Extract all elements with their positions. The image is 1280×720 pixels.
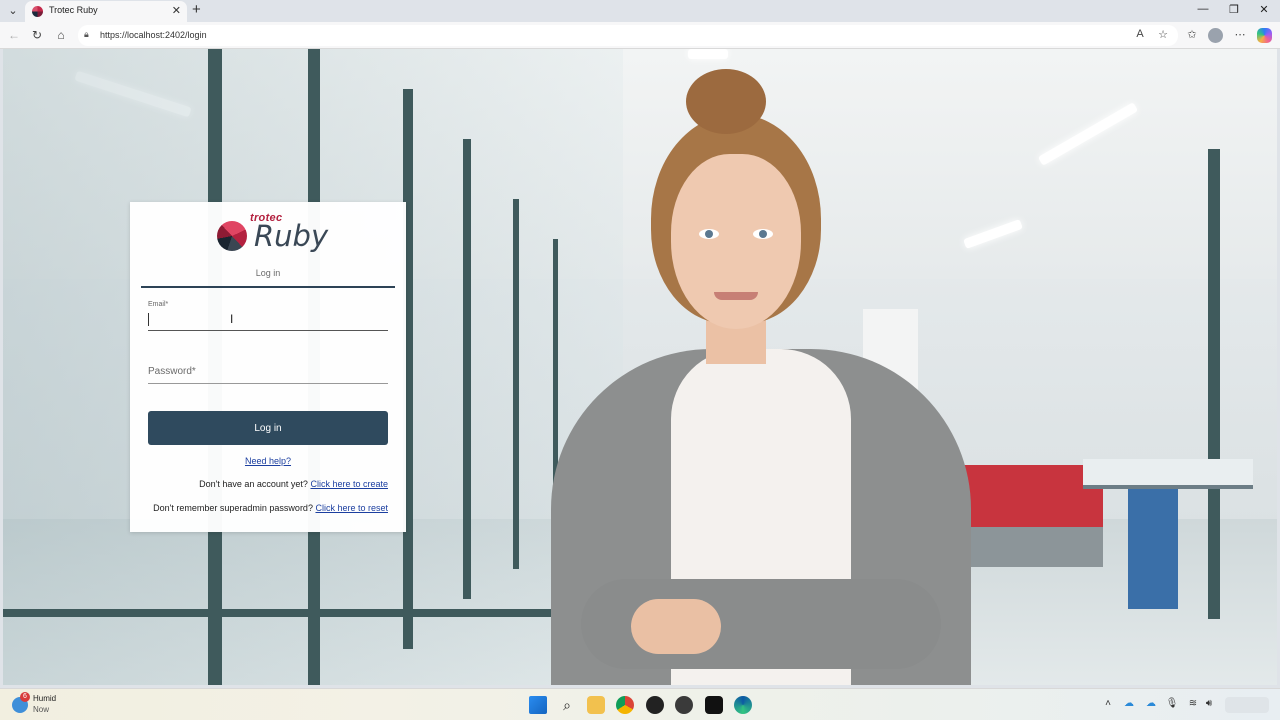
- need-help-link[interactable]: Need help?: [141, 456, 395, 466]
- person-mouth: [714, 292, 758, 300]
- back-icon[interactable]: ←: [6, 28, 22, 42]
- tab-menu-icon[interactable]: ⌄: [5, 3, 21, 19]
- browser-tab[interactable]: Trotec Ruby ✕: [25, 1, 187, 22]
- refresh-icon[interactable]: ↻: [29, 28, 45, 42]
- taskbar: 6 Humid Now ⌕ ˄ ☁ ☁ 🎙︎ ≋ 🔊︎: [0, 688, 1280, 720]
- wall-frame: [513, 199, 519, 569]
- wall-frame: [3, 609, 623, 617]
- new-tab-button[interactable]: +: [192, 1, 201, 18]
- create-account-row: Don't have an account yet? Click here to…: [199, 479, 388, 489]
- weather-subtitle: Now: [33, 705, 50, 714]
- password-field[interactable]: [148, 360, 388, 384]
- search-icon[interactable]: ⌕: [558, 696, 576, 714]
- person-photo: [551, 59, 971, 685]
- person-face: [671, 154, 801, 329]
- red-counter: [953, 465, 1103, 527]
- tab-login[interactable]: Log in: [141, 268, 395, 278]
- wall-frame: [1208, 149, 1220, 619]
- app-icon[interactable]: [675, 696, 693, 714]
- app-icon[interactable]: [646, 696, 664, 714]
- ceiling-light: [688, 49, 728, 59]
- login-card: trotec Ruby Log in Email* I Log in Need …: [130, 202, 406, 532]
- wall-frame: [463, 139, 471, 599]
- person-hand: [631, 599, 721, 654]
- logo-product-text: Ruby: [254, 219, 329, 253]
- tab-title: Trotec Ruby: [49, 5, 98, 15]
- lock-icon[interactable]: 🔒︎: [84, 29, 89, 40]
- reset-password-link[interactable]: Click here to reset: [315, 503, 388, 513]
- person-eye: [753, 229, 773, 239]
- home-icon[interactable]: ⌂: [53, 28, 69, 42]
- url-text[interactable]: https://localhost:2402/login: [100, 30, 207, 40]
- person-eye: [699, 229, 719, 239]
- microphone-icon[interactable]: 🎙︎: [1165, 698, 1179, 709]
- windows-start-icon[interactable]: [529, 696, 547, 714]
- edge-icon[interactable]: [734, 696, 752, 714]
- blue-cabinet: [1128, 489, 1178, 609]
- counter-base: [953, 527, 1103, 567]
- close-icon[interactable]: ✕: [172, 4, 181, 17]
- favorite-icon[interactable]: ☆: [1155, 28, 1171, 41]
- address-bar-row: ← ↻ ⌂ 🔒︎ https://localhost:2402/login A …: [0, 22, 1280, 49]
- text-caret: [148, 313, 149, 326]
- weather-title[interactable]: Humid: [33, 694, 56, 703]
- favicon-icon: [32, 6, 43, 17]
- favorites-list-icon[interactable]: ✩: [1184, 28, 1200, 41]
- restore-icon[interactable]: ❐: [1224, 3, 1244, 16]
- chevron-up-icon[interactable]: ˄: [1101, 698, 1115, 709]
- cloud-icon[interactable]: ☁: [1144, 698, 1158, 709]
- trotec-logo-icon: [217, 221, 247, 251]
- reset-password-row: Don't remember superadmin password? Clic…: [153, 503, 388, 513]
- window-close-icon[interactable]: ✕: [1254, 3, 1274, 16]
- minimize-icon[interactable]: —: [1193, 3, 1213, 15]
- profile-icon[interactable]: [1208, 28, 1223, 43]
- volume-icon[interactable]: 🔊︎: [1202, 698, 1216, 709]
- forgot-password-text: Don't remember superadmin password?: [153, 503, 313, 513]
- work-desk: [1083, 459, 1253, 489]
- clock-area[interactable]: [1225, 697, 1269, 713]
- tab-active-indicator: [141, 286, 395, 288]
- login-button[interactable]: Log in: [148, 411, 388, 445]
- notification-badge: 6: [20, 692, 30, 702]
- wifi-icon[interactable]: ≋: [1186, 698, 1200, 709]
- app-icon[interactable]: [705, 696, 723, 714]
- copilot-icon[interactable]: [1257, 28, 1272, 43]
- more-icon[interactable]: ⋯: [1232, 28, 1248, 41]
- chrome-icon[interactable]: [616, 696, 634, 714]
- url-bar[interactable]: 🔒︎ https://localhost:2402/login A ☆: [78, 25, 1178, 46]
- email-field[interactable]: [148, 312, 388, 331]
- create-account-link[interactable]: Click here to create: [310, 479, 388, 489]
- no-account-text: Don't have an account yet?: [199, 479, 308, 489]
- file-explorer-icon[interactable]: [587, 696, 605, 714]
- read-aloud-icon[interactable]: A: [1132, 28, 1148, 40]
- browser-tab-bar: ⌄ Trotec Ruby ✕ + — ❐ ✕: [0, 0, 1280, 22]
- ibeam-cursor-icon: I: [230, 312, 234, 326]
- email-label: Email*: [148, 301, 169, 308]
- cloud-icon[interactable]: ☁: [1122, 698, 1136, 709]
- person-hair-bun: [686, 69, 766, 134]
